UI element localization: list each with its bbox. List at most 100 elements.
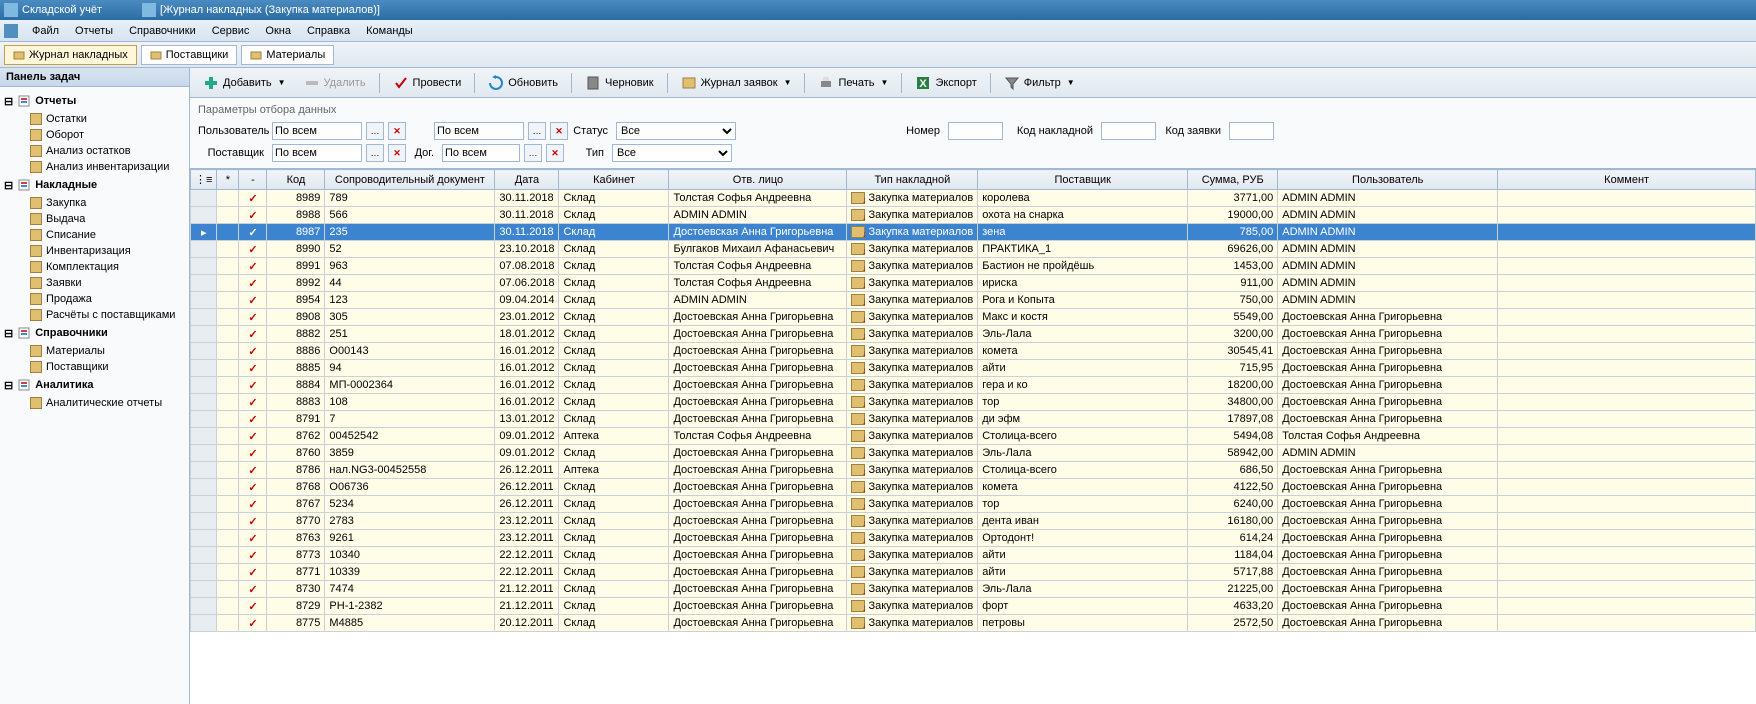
col-doc[interactable]: Сопроводительный документ (325, 170, 495, 190)
table-row[interactable]: ✓88859416.01.2012СкладДостоевская Анна Г… (191, 360, 1756, 377)
col-check[interactable]: - (239, 170, 267, 190)
table-row[interactable]: ✓888225118.01.2012СкладДостоевская Анна … (191, 326, 1756, 343)
table-row[interactable]: ✓8786нал.NG3-0045255826.12.2011АптекаДос… (191, 462, 1756, 479)
table-row[interactable]: ✓8884МП-000236416.01.2012СкладДостоевска… (191, 377, 1756, 394)
table-row[interactable]: ✓8768О0673626.12.2011СкладДостоевская Ан… (191, 479, 1756, 496)
row-indicator (191, 275, 217, 292)
refresh-button[interactable]: Обновить (481, 71, 565, 95)
menu-сервис[interactable]: Сервис (204, 23, 258, 39)
sidebar-group[interactable]: ⊟Аналитика (0, 375, 189, 395)
tab-item[interactable]: Поставщики (141, 45, 238, 65)
col-rowhdr[interactable]: ⋮≡ (191, 170, 217, 190)
menu-окна[interactable]: Окна (257, 23, 299, 39)
table-row[interactable]: ✓8763926123.12.2011СкладДостоевская Анна… (191, 530, 1756, 547)
sidebar-item[interactable]: Комплектация (0, 259, 189, 275)
table-row[interactable]: ✓8775М488520.12.2011СкладДостоевская Анн… (191, 615, 1756, 632)
filter-panel: Параметры отбора данных Пользователь … ✕… (190, 98, 1756, 169)
filter-order-input[interactable] (1229, 122, 1274, 140)
sidebar-item[interactable]: Поставщики (0, 359, 189, 375)
filter-supplier-input[interactable] (272, 144, 362, 162)
add-button[interactable]: Добавить ▼ (196, 71, 293, 95)
col-person[interactable]: Отв. лицо (669, 170, 847, 190)
filter-number-input[interactable] (948, 122, 1003, 140)
col-date[interactable]: Дата (495, 170, 559, 190)
table-row[interactable]: ✓895412309.04.2014СкладADMIN ADMINЗакупк… (191, 292, 1756, 309)
sidebar-item[interactable]: Расчёты с поставщиками (0, 307, 189, 323)
export-button[interactable]: X Экспорт (908, 71, 983, 95)
table-row[interactable]: ✓899196307.08.2018СкладТолстая Софья Анд… (191, 258, 1756, 275)
sidebar-item[interactable]: Списание (0, 227, 189, 243)
filter-user-browse[interactable]: … (366, 122, 384, 140)
table-row[interactable]: ✓8791713.01.2012СкладДостоевская Анна Гр… (191, 411, 1756, 428)
table-row[interactable]: ✓8886О0014316.01.2012СкладДостоевская Ан… (191, 343, 1756, 360)
table-row[interactable]: ✓89905223.10.2018СкладБулгаков Михаил Аф… (191, 241, 1756, 258)
filter-cabinet-clear[interactable]: ✕ (550, 122, 568, 140)
filter-type-select[interactable]: Все (612, 144, 732, 162)
filter-code-input[interactable] (1101, 122, 1156, 140)
col-sum[interactable]: Сумма, РУБ (1188, 170, 1278, 190)
menu-команды[interactable]: Команды (358, 23, 421, 39)
title-bar: Складской учёт [Журнал накладных (Закупк… (0, 0, 1756, 20)
tab-item[interactable]: Материалы (241, 45, 334, 65)
post-button[interactable]: Провести (386, 71, 469, 95)
draft-button[interactable]: Черновик (578, 71, 661, 95)
sidebar-item[interactable]: Продажа (0, 291, 189, 307)
table-row[interactable]: ✓898856630.11.2018СкладADMIN ADMINЗакупк… (191, 207, 1756, 224)
filter-cabinet-browse[interactable]: … (528, 122, 546, 140)
table-row[interactable]: ✓89924407.06.2018СкладТолстая Софья Андр… (191, 275, 1756, 292)
col-type[interactable]: Тип накладной (847, 170, 978, 190)
col-code[interactable]: Код (267, 170, 325, 190)
minus-icon: ⊟ (4, 95, 13, 108)
filter-status-select[interactable]: Все (616, 122, 736, 140)
sidebar-item[interactable]: Выдача (0, 211, 189, 227)
menu-справка[interactable]: Справка (299, 23, 358, 39)
table-row[interactable]: ✓8770278323.12.2011СкладДостоевская Анна… (191, 513, 1756, 530)
filter-user-input[interactable] (272, 122, 362, 140)
print-button[interactable]: Печать ▼ (811, 71, 895, 95)
sidebar-item[interactable]: Закупка (0, 195, 189, 211)
filter-cabinet-input[interactable] (434, 122, 524, 140)
table-row[interactable]: ✓87620045254209.01.2012АптекаТолстая Соф… (191, 428, 1756, 445)
sidebar-group[interactable]: ⊟Отчеты (0, 91, 189, 111)
sidebar-item[interactable]: Инвентаризация (0, 243, 189, 259)
col-star[interactable]: * (217, 170, 239, 190)
filter-contract-clear[interactable]: ✕ (546, 144, 564, 162)
sidebar-item[interactable]: Остатки (0, 111, 189, 127)
table-row[interactable]: ▸✓898723530.11.2018СкладДостоевская Анна… (191, 224, 1756, 241)
filter-supplier-clear[interactable]: ✕ (388, 144, 406, 162)
menu-отчеты[interactable]: Отчеты (67, 23, 121, 39)
grid[interactable]: ⋮≡ * - Код Сопроводительный документ Дат… (190, 169, 1756, 704)
table-row[interactable]: ✓890830523.01.2012СкладДостоевская Анна … (191, 309, 1756, 326)
filter-supplier-browse[interactable]: … (366, 144, 384, 162)
sidebar-item[interactable]: Материалы (0, 343, 189, 359)
sidebar-group[interactable]: ⊟Справочники (0, 323, 189, 343)
orders-button[interactable]: Журнал заявок ▼ (674, 71, 799, 95)
col-user[interactable]: Пользователь (1278, 170, 1498, 190)
sidebar-group[interactable]: ⊟Накладные (0, 175, 189, 195)
sidebar-item[interactable]: Оборот (0, 127, 189, 143)
tab-item[interactable]: Журнал накладных (4, 45, 137, 65)
col-cabinet[interactable]: Кабинет (559, 170, 669, 190)
table-row[interactable]: ✓8729РН-1-238221.12.2011СкладДостоевская… (191, 598, 1756, 615)
table-row[interactable]: ✓87731034022.12.2011СкладДостоевская Анн… (191, 547, 1756, 564)
sidebar-item[interactable]: Заявки (0, 275, 189, 291)
table-row[interactable]: ✓87711033922.12.2011СкладДостоевская Анн… (191, 564, 1756, 581)
menu-справочники[interactable]: Справочники (121, 23, 204, 39)
table-row[interactable]: ✓8730747421.12.2011СкладДостоевская Анна… (191, 581, 1756, 598)
filter-contract-input[interactable] (442, 144, 520, 162)
sidebar-item[interactable]: Аналитические отчеты (0, 395, 189, 411)
col-comment[interactable]: Коммент (1498, 170, 1756, 190)
table-row[interactable]: ✓898978930.11.2018СкладТолстая Софья Анд… (191, 190, 1756, 207)
cell-doc: 10339 (325, 564, 495, 581)
delete-button[interactable]: Удалить (297, 71, 373, 95)
sidebar-item[interactable]: Анализ инвентаризации (0, 159, 189, 175)
table-row[interactable]: ✓8760385909.01.2012СкладДостоевская Анна… (191, 445, 1756, 462)
col-supplier[interactable]: Поставщик (978, 170, 1188, 190)
table-row[interactable]: ✓8767523426.12.2011СкладДостоевская Анна… (191, 496, 1756, 513)
menu-файл[interactable]: Файл (24, 23, 67, 39)
filter-contract-browse[interactable]: … (524, 144, 542, 162)
sidebar-item[interactable]: Анализ остатков (0, 143, 189, 159)
filter-button[interactable]: Фильтр ▼ (997, 71, 1082, 95)
filter-user-clear[interactable]: ✕ (388, 122, 406, 140)
table-row[interactable]: ✓888310816.01.2012СкладДостоевская Анна … (191, 394, 1756, 411)
